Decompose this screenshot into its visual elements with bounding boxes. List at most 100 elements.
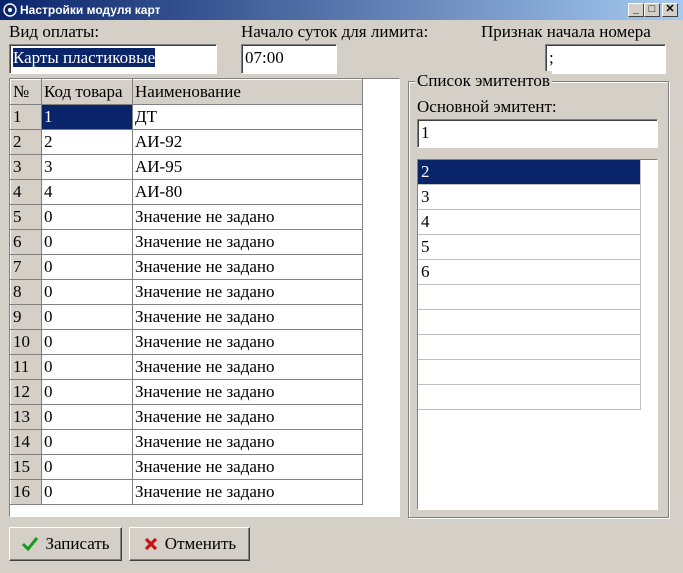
- product-code-cell[interactable]: 0: [41, 454, 133, 480]
- product-name-cell[interactable]: Значение не задано: [132, 204, 363, 230]
- window-title: Настройки модуля карт: [20, 3, 161, 17]
- product-code-cell[interactable]: 0: [41, 304, 133, 330]
- product-name-cell[interactable]: АИ-92: [132, 129, 363, 155]
- list-item[interactable]: [418, 385, 641, 410]
- main-issuer-label: Основной эмитент:: [417, 97, 557, 116]
- product-code-cell[interactable]: 0: [41, 329, 133, 355]
- save-button-label: Записать: [45, 534, 110, 553]
- product-name-cell[interactable]: АИ-80: [132, 179, 363, 205]
- list-item[interactable]: [418, 285, 641, 310]
- row-number-cell: 7: [10, 254, 42, 280]
- table-row[interactable]: 2 2 АИ-92: [10, 129, 363, 155]
- minimize-button[interactable]: _: [628, 3, 644, 17]
- row-number-cell: 11: [10, 354, 42, 380]
- grid-header-row: № Код товара Наименование: [10, 79, 363, 105]
- table-row[interactable]: 9 0 Значение не задано: [10, 304, 363, 330]
- product-code-cell[interactable]: 0: [41, 479, 133, 505]
- table-row[interactable]: 7 0 Значение не задано: [10, 254, 363, 280]
- window-title-bar[interactable]: Настройки модуля карт: [0, 0, 683, 20]
- table-row[interactable]: 10 0 Значение не задано: [10, 329, 363, 355]
- product-name-cell[interactable]: Значение не задано: [132, 304, 363, 330]
- product-code-cell[interactable]: 0: [41, 429, 133, 455]
- close-button[interactable]: ✕: [662, 3, 678, 17]
- row-number-cell: 6: [10, 229, 42, 255]
- table-row[interactable]: 1 1 ДТ: [10, 104, 363, 130]
- list-item[interactable]: [418, 360, 641, 385]
- product-name-cell[interactable]: Значение не задано: [132, 279, 363, 305]
- row-number-cell: 9: [10, 304, 42, 330]
- column-header-code[interactable]: Код товара: [41, 79, 133, 105]
- product-code-cell[interactable]: 4: [41, 179, 133, 205]
- column-header-name[interactable]: Наименование: [132, 79, 363, 105]
- list-item[interactable]: 4: [418, 210, 641, 235]
- row-number-cell: 5: [10, 204, 42, 230]
- product-name-cell[interactable]: Значение не задано: [132, 454, 363, 480]
- product-name-cell[interactable]: Значение не задано: [132, 329, 363, 355]
- day-start-field[interactable]: 07:00: [241, 44, 337, 74]
- table-row[interactable]: 4 4 АИ-80: [10, 179, 363, 205]
- list-item[interactable]: [418, 310, 641, 335]
- table-row[interactable]: 13 0 Значение не задано: [10, 404, 363, 430]
- list-item[interactable]: 6: [418, 260, 641, 285]
- product-name-cell[interactable]: Значение не задано: [132, 229, 363, 255]
- cross-icon: [144, 537, 157, 551]
- column-header-number[interactable]: №: [10, 79, 42, 105]
- cancel-button[interactable]: Отменить: [129, 527, 250, 561]
- payment-type-value: Карты пластиковые: [13, 48, 156, 67]
- table-row[interactable]: 11 0 Значение не задано: [10, 354, 363, 380]
- close-icon: ✕: [665, 3, 675, 15]
- product-code-cell[interactable]: 0: [41, 379, 133, 405]
- maximize-icon: □: [648, 3, 656, 15]
- row-number-cell: 3: [10, 154, 42, 180]
- list-item[interactable]: 5: [418, 235, 641, 260]
- row-number-cell: 12: [10, 379, 42, 405]
- save-button[interactable]: Записать: [9, 527, 122, 561]
- main-issuer-field[interactable]: 1: [417, 119, 658, 148]
- issuers-group-title: Список эмитентов: [415, 71, 552, 91]
- products-grid[interactable]: № Код товара Наименование 1 1 ДТ 2 2 АИ-92 3 3 А…: [9, 78, 400, 517]
- product-name-cell[interactable]: Значение не задано: [132, 404, 363, 430]
- list-item[interactable]: [418, 335, 641, 360]
- product-name-cell[interactable]: Значение не задано: [132, 254, 363, 280]
- list-item[interactable]: 3: [418, 185, 641, 210]
- table-row[interactable]: 5 0 Значение не задано: [10, 204, 363, 230]
- product-code-cell[interactable]: 0: [41, 229, 133, 255]
- row-number-cell: 4: [10, 179, 42, 205]
- product-code-cell[interactable]: 0: [41, 254, 133, 280]
- table-row[interactable]: 15 0 Значение не задано: [10, 454, 363, 480]
- cancel-button-label: Отменить: [164, 534, 237, 553]
- main-issuer-value: 1: [421, 123, 430, 142]
- product-name-cell[interactable]: Значение не задано: [132, 479, 363, 505]
- table-row[interactable]: 6 0 Значение не задано: [10, 229, 363, 255]
- row-number-cell: 13: [10, 404, 42, 430]
- table-row[interactable]: 12 0 Значение не задано: [10, 379, 363, 405]
- number-sign-field[interactable]: ;: [545, 44, 666, 74]
- table-row[interactable]: 8 0 Значение не задано: [10, 279, 363, 305]
- maximize-button[interactable]: □: [644, 3, 660, 17]
- number-sign-value: ;: [549, 48, 554, 67]
- product-code-cell[interactable]: 3: [41, 154, 133, 180]
- product-name-cell[interactable]: АИ-95: [132, 154, 363, 180]
- product-code-cell[interactable]: 0: [41, 404, 133, 430]
- app-icon: [3, 3, 17, 17]
- table-row[interactable]: 16 0 Значение не задано: [10, 479, 363, 505]
- payment-type-field[interactable]: Карты пластиковые: [9, 44, 217, 74]
- list-item[interactable]: 2: [418, 160, 641, 185]
- product-code-cell[interactable]: 0: [41, 354, 133, 380]
- product-name-cell[interactable]: Значение не задано: [132, 354, 363, 380]
- row-number-cell: 8: [10, 279, 42, 305]
- product-code-cell[interactable]: 0: [41, 204, 133, 230]
- table-row[interactable]: 3 3 АИ-95: [10, 154, 363, 180]
- product-code-cell[interactable]: 2: [41, 129, 133, 155]
- issuers-list[interactable]: 23456: [417, 159, 658, 510]
- product-name-cell[interactable]: ДТ: [132, 104, 363, 130]
- checkmark-icon: [22, 537, 39, 552]
- product-code-cell[interactable]: 1: [41, 104, 133, 130]
- day-start-value: 07:00: [245, 48, 284, 67]
- product-code-cell[interactable]: 0: [41, 279, 133, 305]
- product-name-cell[interactable]: Значение не задано: [132, 379, 363, 405]
- product-name-cell[interactable]: Значение не задано: [132, 429, 363, 455]
- row-number-cell: 10: [10, 329, 42, 355]
- products-table: № Код товара Наименование 1 1 ДТ 2 2 АИ-92 3 3 А…: [10, 79, 363, 505]
- table-row[interactable]: 14 0 Значение не задано: [10, 429, 363, 455]
